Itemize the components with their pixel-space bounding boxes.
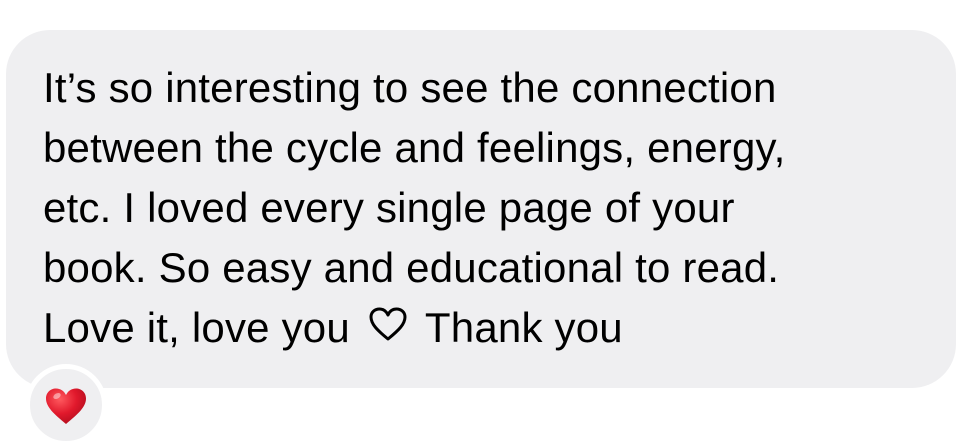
heart-outline-icon (368, 298, 408, 358)
message-line: between the cycle and feelings, energy, (43, 124, 786, 171)
message-text: It’s so interesting to see the connectio… (43, 58, 786, 358)
message-line-last: Love it, love you Thank you (43, 298, 786, 358)
reaction-badge[interactable] (25, 364, 107, 446)
red-heart-icon (44, 386, 88, 431)
message-line: book. So easy and educational to read. (43, 244, 780, 291)
message-view: It’s so interesting to see the connectio… (0, 0, 968, 448)
message-line: etc. I loved every single page of your (43, 184, 735, 231)
message-line-start: Love it, love you (43, 304, 350, 351)
message-line: It’s so interesting to see the connectio… (43, 64, 777, 111)
message-line-end: Thank you (424, 304, 623, 351)
